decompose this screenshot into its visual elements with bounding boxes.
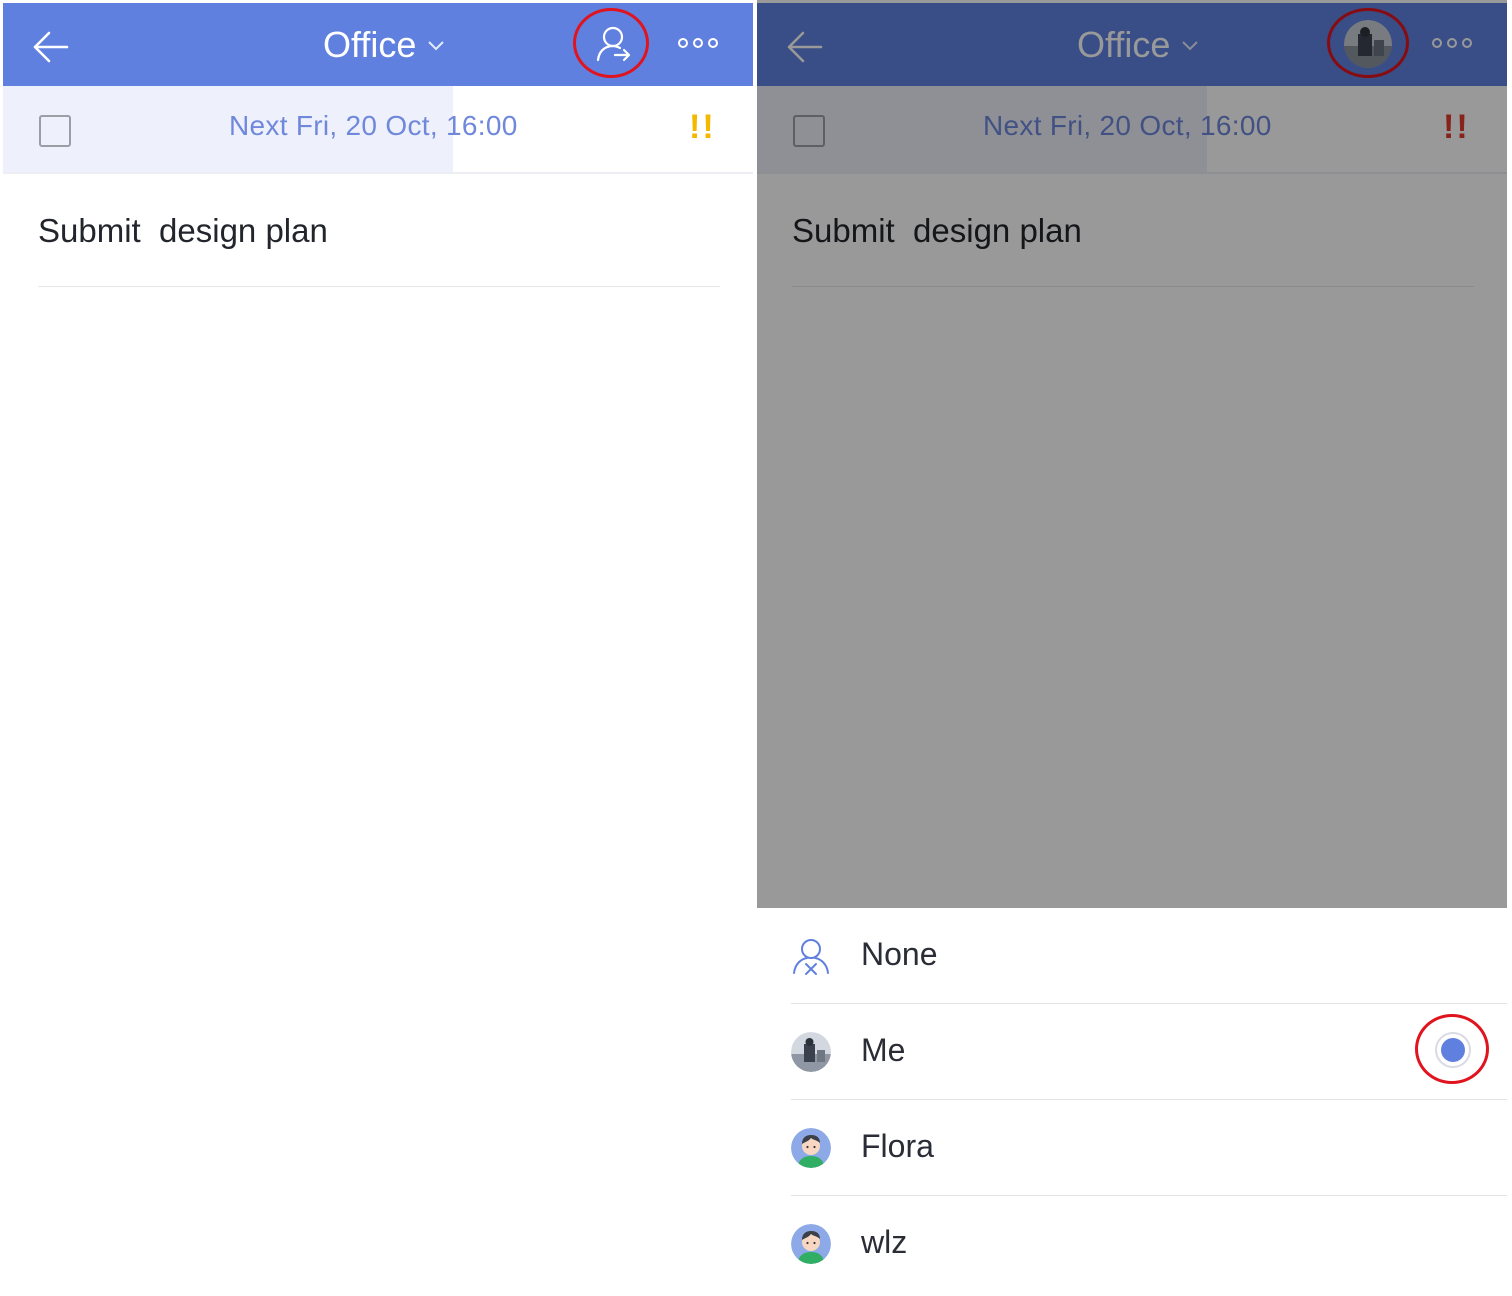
more-dots-icon[interactable] bbox=[673, 31, 723, 55]
assignee-sheet: None Me Flora wlz bbox=[757, 908, 1507, 1296]
task-detail-screen-assign: Office Next Fri, 20 Oct, 16:00 !! Submit… bbox=[757, 0, 1507, 1296]
task-detail-screen: Office Next Fri, 20 Oct, 16:00 !! Submit… bbox=[3, 0, 753, 1296]
complete-checkbox[interactable] bbox=[39, 115, 71, 147]
avatar-cartoon bbox=[791, 1128, 831, 1168]
assignee-option-flora[interactable]: Flora bbox=[757, 1100, 1507, 1196]
list-selector[interactable]: Office bbox=[323, 23, 446, 67]
due-date[interactable]: Next Fri, 20 Oct, 16:00 bbox=[229, 110, 518, 142]
divider bbox=[38, 286, 720, 287]
assignee-option-label: wlz bbox=[861, 1224, 908, 1260]
avatar-photo bbox=[791, 1032, 831, 1072]
chevron-down-icon bbox=[428, 41, 445, 51]
priority-indicator[interactable]: !! bbox=[689, 108, 716, 147]
task-title[interactable]: Submit design plan bbox=[38, 212, 328, 250]
assignee-option-me[interactable]: Me bbox=[757, 1004, 1507, 1100]
selected-radio[interactable] bbox=[1435, 1032, 1471, 1068]
user-none-icon bbox=[793, 939, 829, 975]
user-assign-icon bbox=[596, 26, 631, 62]
assignee-option-label: None bbox=[861, 936, 938, 972]
radio-dot bbox=[1441, 1038, 1465, 1062]
assignee-button[interactable] bbox=[589, 19, 639, 69]
top-bar: Office bbox=[3, 3, 753, 86]
assignee-option-label: Me bbox=[861, 1032, 906, 1068]
assignee-option-none[interactable]: None bbox=[757, 908, 1507, 1004]
list-title: Office bbox=[323, 24, 417, 65]
avatar-cartoon bbox=[791, 1224, 831, 1264]
assignee-option-label: Flora bbox=[861, 1128, 934, 1164]
arrow-left-icon[interactable] bbox=[27, 23, 75, 71]
due-date-row[interactable]: Next Fri, 20 Oct, 16:00 !! bbox=[3, 86, 753, 174]
modal-dim-overlay[interactable] bbox=[757, 0, 1507, 908]
assignee-option-wlz[interactable]: wlz bbox=[757, 1196, 1507, 1292]
